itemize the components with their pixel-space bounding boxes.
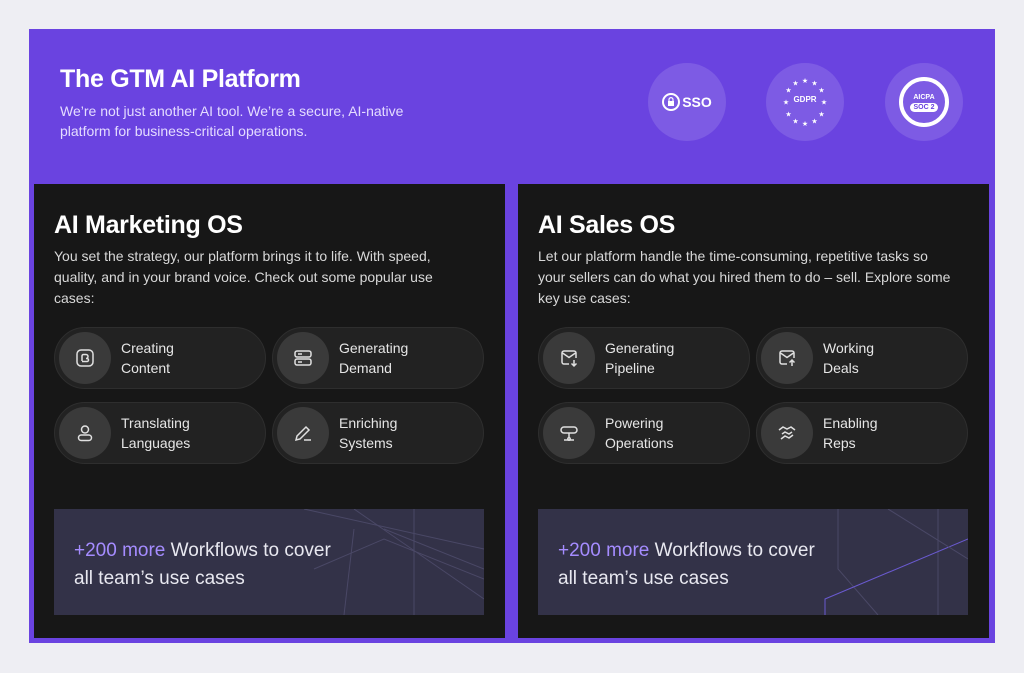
use-case-line2: Languages [121, 435, 191, 451]
use-case-line2: Deals [823, 360, 859, 376]
use-case-enabling-reps[interactable]: Enabling Reps [756, 402, 968, 464]
svg-text:★: ★ [792, 118, 798, 126]
sales-title: AI Sales OS [538, 211, 676, 239]
mail-in-icon [543, 332, 595, 384]
workflows-banner[interactable]: +200 more Workflows to cover all team’s … [54, 509, 484, 615]
svg-text:★: ★ [792, 80, 798, 88]
person-icon [59, 407, 111, 459]
svg-text:★: ★ [811, 118, 817, 126]
platform-section: The GTM AI Platform We’re not just anoth… [29, 29, 995, 643]
use-case-line2: Reps [823, 435, 856, 451]
demand-icon [277, 332, 329, 384]
use-case-creating-content[interactable]: Creating Content [54, 327, 266, 389]
marketing-panel: AI Marketing OS You set the strategy, ou… [34, 184, 505, 638]
svg-text:★: ★ [811, 80, 817, 88]
use-case-line2: Operations [605, 435, 674, 451]
page-title: The GTM AI Platform [60, 65, 301, 93]
sales-panel: AI Sales OS Let our platform handle the … [518, 184, 989, 638]
use-case-line2: Content [121, 360, 171, 376]
page-subtitle: We’re not just another AI tool. We’re a … [60, 103, 404, 139]
gdpr-badge: ★ ★ ★ ★ ★ ★ ★ ★ ★ ★ ★ ★ GDPR [766, 63, 844, 141]
svg-text:★: ★ [818, 111, 824, 119]
soc-main-label: SOC 2 [910, 102, 938, 112]
network-icon [543, 407, 595, 459]
banner-text-line2: all team’s use cases [74, 568, 245, 589]
use-case-line2: Demand [339, 360, 392, 376]
use-case-powering-operations[interactable]: Powering Operations [538, 402, 750, 464]
page-frame: The GTM AI Platform We’re not just anoth… [0, 0, 1024, 673]
use-case-generating-pipeline[interactable]: Generating Pipeline [538, 327, 750, 389]
svg-text:★: ★ [818, 87, 824, 95]
lock-icon [662, 93, 681, 111]
banner-text-line2: all team’s use cases [558, 568, 729, 589]
banner-text-rest: Workflows to cover [165, 540, 331, 561]
sso-label: SSO [682, 94, 712, 110]
use-case-line1: Powering [605, 415, 664, 431]
banner-accent: +200 more [558, 540, 650, 561]
soc-top-label: AICPA [913, 93, 935, 101]
use-case-line1: Translating [121, 415, 190, 431]
svg-text:★: ★ [785, 87, 791, 95]
use-case-line1: Creating [121, 340, 174, 356]
use-case-enriching-systems[interactable]: Enriching Systems [272, 402, 484, 464]
use-case-line2: Systems [339, 435, 393, 451]
mail-up-icon [761, 332, 813, 384]
svg-text:★: ★ [802, 120, 808, 128]
use-case-working-deals[interactable]: Working Deals [756, 327, 968, 389]
banner-text-rest: Workflows to cover [649, 540, 815, 561]
marketing-description: You set the strategy, our platform bring… [54, 248, 433, 306]
workflows-banner[interactable]: +200 more Workflows to cover all team’s … [538, 509, 968, 615]
marketing-title: AI Marketing OS [54, 211, 243, 239]
use-case-line2: Pipeline [605, 360, 655, 376]
use-case-line1: Generating [605, 340, 675, 356]
use-case-line1: Enabling [823, 415, 878, 431]
handshake-icon [761, 407, 813, 459]
soc2-badge: AICPA SOC 2 [885, 63, 963, 141]
svg-text:★: ★ [785, 111, 791, 119]
use-case-line1: Working [823, 340, 875, 356]
gdpr-label: GDPR [793, 95, 817, 104]
content-icon [59, 332, 111, 384]
svg-text:★: ★ [802, 77, 808, 85]
use-case-line1: Generating [339, 340, 409, 356]
banner-accent: +200 more [74, 540, 166, 561]
use-case-line1: Enriching [339, 415, 398, 431]
use-case-generating-demand[interactable]: Generating Demand [272, 327, 484, 389]
use-case-translating-languages[interactable]: Translating Languages [54, 402, 266, 464]
sales-description: Let our platform handle the time-consumi… [538, 248, 951, 306]
pencil-icon [277, 407, 329, 459]
sso-badge: SSO [648, 63, 726, 141]
